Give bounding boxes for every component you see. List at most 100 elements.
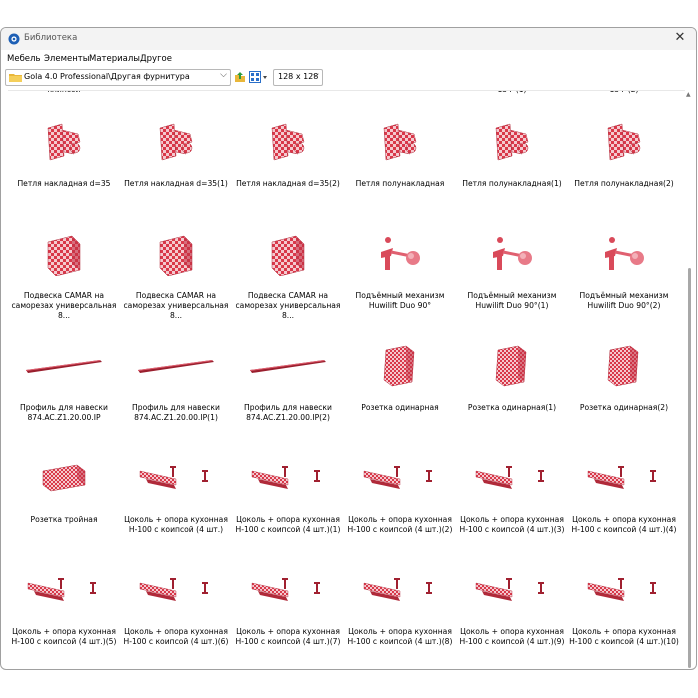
item-thumbnail — [120, 447, 232, 509]
list-item[interactable]: Петля CLIP Top средняя 134 — [344, 91, 456, 99]
item-label: Розетка одинарная(1) — [467, 403, 557, 412]
item-label: Опора кухонная Н-100 с клипсой — [8, 91, 120, 95]
item-label: Профиль для навески 874.AC.Z1.20.00.IP(2… — [244, 403, 332, 422]
item-thumbnail — [344, 335, 456, 397]
item-label: Цоколь + опора кухонная Н-100 с коипсой … — [124, 515, 228, 534]
list-item[interactable]: Розетка одинарная(1) — [456, 323, 568, 435]
path-combobox[interactable]: Gola 4.0 Professional\Другая фурнитура ⌵ — [5, 69, 231, 86]
item-label: Подвеска CAMAR на саморезах универсальна… — [235, 291, 341, 320]
item-thumbnail — [120, 559, 232, 621]
menu-elements[interactable]: Элементы — [44, 54, 89, 64]
list-item[interactable]: Петля CLIP Top средняя 134°(2) — [568, 91, 680, 99]
folder-up-icon[interactable] — [234, 71, 246, 83]
list-item[interactable]: Подвеска CAMAR на саморезах универсальна… — [120, 211, 232, 323]
item-thumbnail — [344, 447, 456, 509]
scrollbar-thumb[interactable] — [688, 268, 691, 668]
library-window: Библиотека ✕ Мебель Элементы Материалы Д… — [0, 27, 697, 670]
item-label: Розетка одинарная(2) — [579, 403, 669, 412]
window-title: Библиотека — [24, 33, 78, 43]
item-label: Цоколь + опора кухонная Н-100 с коипсой … — [347, 515, 453, 534]
item-thumbnail — [344, 223, 456, 285]
list-item[interactable]: Цоколь + опора кухонная Н-100 с коипсой … — [232, 547, 344, 659]
item-label: Петля накладная d=35 — [17, 179, 111, 188]
item-label: Цоколь + опора кухонная Н-100 с коипсой … — [235, 515, 341, 534]
item-thumbnail — [456, 111, 568, 173]
list-item[interactable]: Розетка одинарная — [344, 323, 456, 435]
list-item[interactable]: Петля полунакладная(2) — [568, 99, 680, 211]
list-item[interactable]: Цоколь + опора кухонная Н-100 с коипсой … — [344, 435, 456, 547]
list-item[interactable]: Опора кухонная Н-100(2) — [232, 91, 344, 99]
list-item[interactable]: Петля полунакладная — [344, 99, 456, 211]
item-label: Петля накладная d=35(2) — [236, 179, 340, 188]
close-icon[interactable]: ✕ — [672, 30, 688, 45]
item-label: Подвеска CAMAR на саморезах универсальна… — [11, 291, 117, 320]
list-item[interactable]: Профиль для навески 874.AC.Z1.20.00.IP(2… — [232, 323, 344, 435]
item-thumbnail — [120, 111, 232, 173]
item-thumbnail — [8, 447, 120, 509]
list-item[interactable]: Цоколь + опора кухонная Н-100 с коипсой … — [344, 547, 456, 659]
list-item[interactable]: Розетка тройная — [8, 435, 120, 547]
icon-size-combobox[interactable]: 128 x 128 ⌵ — [273, 69, 323, 86]
list-item[interactable]: Цоколь + опора кухонная Н-100 с коипсой … — [456, 547, 568, 659]
menu-other[interactable]: Другое — [140, 54, 172, 64]
item-label: Петля накладная d=35(1) — [124, 179, 228, 188]
menu-bar: Мебель Элементы Материалы Другое — [1, 50, 696, 67]
menu-furniture[interactable]: Мебель — [7, 54, 40, 64]
list-item[interactable]: Цоколь + опора кухонная Н-100 с коипсой … — [120, 435, 232, 547]
list-item[interactable]: Цоколь + опора кухонная Н-100 с коипсой … — [8, 547, 120, 659]
list-item[interactable]: Подвеска CAMAR на саморезах универсальна… — [8, 211, 120, 323]
list-item[interactable]: Петля накладная d=35 — [8, 99, 120, 211]
list-item[interactable]: Профиль для навески 874.AC.Z1.20.00.IP(1… — [120, 323, 232, 435]
item-thumbnail — [8, 335, 120, 397]
item-thumbnail — [232, 335, 344, 397]
list-item[interactable]: Подъёмный механизм Huwilift Duo 90°(1) — [456, 211, 568, 323]
item-thumbnail — [232, 223, 344, 285]
list-item[interactable]: Опора кухонная Н-100(1) — [120, 91, 232, 99]
list-item[interactable]: Розетка одинарная(2) — [568, 323, 680, 435]
menu-materials[interactable]: Материалы — [89, 54, 140, 64]
list-item[interactable]: Подъёмный механизм Huwilift Duo 90°(2) — [568, 211, 680, 323]
list-item[interactable]: Петля накладная d=35(1) — [120, 99, 232, 211]
list-item[interactable]: Опора кухонная Н-100 с клипсой — [8, 91, 120, 99]
list-item[interactable]: Профиль для навески 874.AC.Z1.20.00.IP — [8, 323, 120, 435]
list-item[interactable]: Подвеска CAMAR на саморезах универсальна… — [232, 211, 344, 323]
item-thumbnail — [232, 111, 344, 173]
item-thumbnail — [120, 223, 232, 285]
item-label: Подъёмный механизм Huwilift Duo 90°(1) — [467, 291, 557, 310]
list-item[interactable]: Петля полунакладная(1) — [456, 99, 568, 211]
item-thumbnail — [568, 335, 680, 397]
item-label: Подъёмный механизм Huwilift Duo 90°(2) — [579, 291, 669, 310]
item-label: Розетка тройная — [30, 515, 98, 524]
item-label: Петля полунакладная(2) — [574, 179, 674, 188]
item-thumbnail — [568, 559, 680, 621]
app-logo-icon — [8, 33, 20, 45]
item-thumbnail — [344, 559, 456, 621]
list-item[interactable]: Цоколь + опора кухонная Н-100 с коипсой … — [232, 435, 344, 547]
item-thumbnail — [456, 447, 568, 509]
item-label: Петля полунакладная — [355, 179, 445, 188]
list-item[interactable]: Цоколь + опора кухонная Н-100 с коипсой … — [456, 435, 568, 547]
item-label: Цоколь + опора кухонная Н-100 с коипсой … — [571, 515, 677, 534]
chevron-down-icon[interactable]: ⌵ — [220, 70, 227, 80]
item-label: Цоколь + опора кухонная Н-100 с коипсой … — [123, 627, 229, 646]
view-mode-icon[interactable] — [249, 71, 269, 83]
list-item[interactable]: Цоколь + опора кухонная Н-100 с коипсой … — [568, 435, 680, 547]
list-item[interactable]: Петля накладная d=35(2) — [232, 99, 344, 211]
list-item[interactable]: Петля CLIP Top средняя 134°(1) — [456, 91, 568, 99]
path-value: Gola 4.0 Professional\Другая фурнитура — [24, 72, 190, 81]
scroll-up-icon[interactable]: ▲ — [686, 91, 691, 98]
item-thumbnail — [232, 559, 344, 621]
item-label: Цоколь + опора кухонная Н-100 с коипсой … — [459, 515, 565, 534]
item-label: Подъёмный механизм Huwilift Duo 90° — [355, 291, 445, 310]
item-label: Цоколь + опора кухонная Н-100 с коипсой … — [459, 627, 565, 646]
chevron-down-icon[interactable]: ⌵ — [312, 70, 319, 80]
list-item[interactable]: Подъёмный механизм Huwilift Duo 90° — [344, 211, 456, 323]
library-grid[interactable]: Опора кухонная Н-100 с клипсойОпора кухо… — [8, 90, 685, 669]
list-item[interactable]: Цоколь + опора кухонная Н-100 с коипсой … — [120, 547, 232, 659]
item-label: Цоколь + опора кухонная Н-100 с коипсой … — [347, 627, 453, 646]
vertical-scrollbar[interactable]: ▲ — [685, 90, 695, 668]
list-item[interactable]: Цоколь + опора кухонная Н-100 с коипсой … — [568, 547, 680, 659]
item-label: Цоколь + опора кухонная Н-100 с коипсой … — [235, 627, 341, 646]
item-thumbnail — [8, 559, 120, 621]
item-thumbnail — [456, 335, 568, 397]
